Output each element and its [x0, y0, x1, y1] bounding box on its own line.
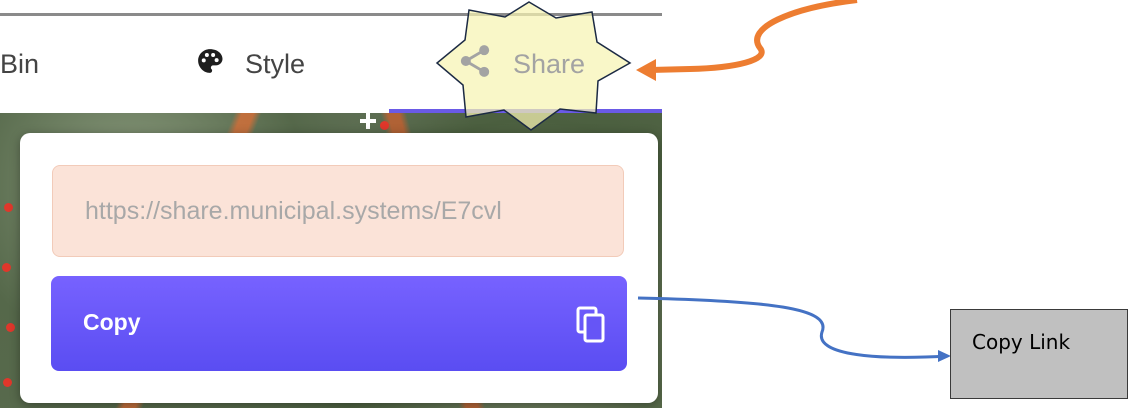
blue-arrow	[637, 296, 949, 359]
map-marker	[6, 323, 15, 332]
map-crosshair	[360, 113, 376, 129]
map-marker	[2, 263, 11, 272]
copy-button-label: Copy	[83, 309, 141, 335]
callout-label: Copy Link	[972, 330, 1071, 354]
callout-box: Copy Link	[950, 309, 1128, 399]
share-url-field[interactable]	[52, 165, 624, 257]
share-panel: Copy	[20, 133, 658, 403]
map-marker	[380, 121, 389, 130]
tab-style-label: Style	[245, 49, 306, 79]
orange-arrow	[649, 0, 858, 73]
tab-share-label: Share	[513, 49, 586, 79]
copy-icon	[576, 306, 606, 344]
map-marker	[3, 378, 12, 387]
tab-share[interactable]: Share	[455, 16, 585, 113]
tab-style[interactable]: Style	[195, 16, 305, 113]
tab-bin-label: Bin	[0, 49, 40, 79]
tab-bin[interactable]: Bin	[0, 16, 39, 113]
tab-bar: Bin Style Share	[0, 16, 662, 113]
palette-icon	[195, 46, 225, 83]
copy-button[interactable]: Copy	[51, 276, 627, 371]
share-icon	[455, 41, 495, 88]
app-window: Bin Style Share https://share.municipal.…	[0, 0, 662, 408]
map-marker	[4, 203, 13, 212]
